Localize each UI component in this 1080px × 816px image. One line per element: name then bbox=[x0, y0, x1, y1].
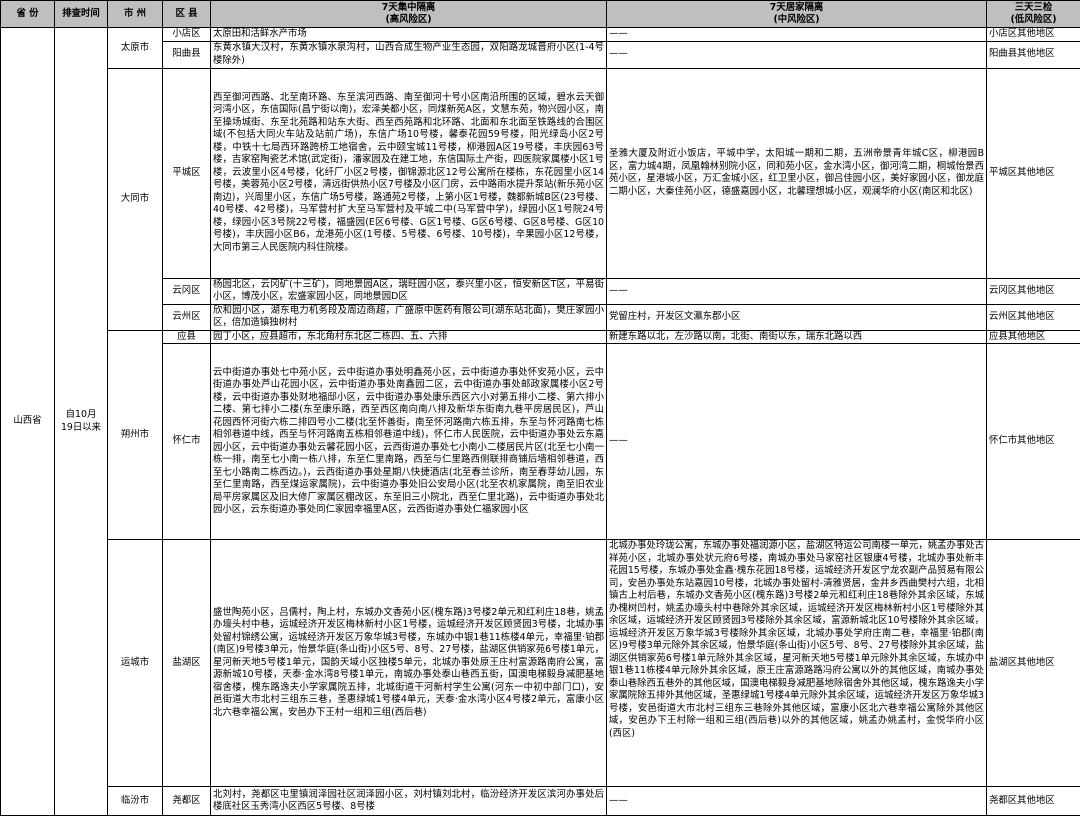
high-risk-cell: 太原田和活鲜水产市场 bbox=[211, 28, 607, 42]
city-cell: 大同市 bbox=[108, 68, 163, 330]
low-risk-cell: 尧都区其他地区 bbox=[987, 787, 1080, 816]
high-risk-cell: 盛世陶苑小区，吕儒村，陶上村，东城办文香苑小区(槐东路)3号楼2单元和红利庄18… bbox=[211, 540, 607, 787]
risk-area-table: 省 份 排查时间 市 州 区 县 7天集中隔离 (高风险区) 7天居家隔离 (中… bbox=[0, 0, 1080, 816]
table-row: 云冈区 杨园北区，云冈矿(十三矿)，同地景园A区，瑞旺园小区，泰兴里小区，恒安新… bbox=[1, 278, 1080, 304]
high-risk-cell: 东黄水镇大汉村，东黄水镇水泉沟村，山西合成生物产业生态园，双阳路龙城晋府小区(1… bbox=[211, 41, 607, 68]
header-mid-risk-line2: (中风险区) bbox=[609, 14, 984, 27]
high-risk-cell: 园丁小区，应县超市，东北角村东北区二栋四、五、六排 bbox=[211, 330, 607, 344]
high-risk-cell: 云中街道办事处七中苑小区，云中街道办事处明鑫苑小区，云中街道办事处怀安苑小区，云… bbox=[211, 344, 607, 540]
high-risk-cell: 杨园北区，云冈矿(十三矿)，同地景园A区，瑞旺园小区，泰兴里小区，恒安新区T区，… bbox=[211, 278, 607, 304]
check-time-line1: 自10月 bbox=[57, 409, 105, 422]
check-time-cell: 自10月 19日以来 bbox=[55, 28, 108, 816]
header-province: 省 份 bbox=[1, 1, 55, 28]
table-row: 大同市 平城区 西至御河西路、北至南环路、东至滨河西路、南至御河十号小区南沿所围… bbox=[1, 68, 1080, 278]
high-risk-cell: 西至御河西路、北至南环路、东至滨河西路、南至御河十号小区南沿所围的区域，碧水云天… bbox=[211, 68, 607, 278]
city-cell: 运城市 bbox=[108, 540, 163, 787]
low-risk-cell: 云冈区其他地区 bbox=[987, 278, 1080, 304]
district-cell: 应县 bbox=[163, 330, 211, 344]
district-cell: 怀仁市 bbox=[163, 344, 211, 540]
header-low-risk-line2: (低风险区) bbox=[989, 14, 1078, 27]
table-row: 运城市 盐湖区 盛世陶苑小区，吕儒村，陶上村，东城办文香苑小区(槐东路)3号楼2… bbox=[1, 540, 1080, 787]
mid-risk-cell: 北城办事处玲珑公寓，东城办事处福润源小区，盐湖区特运公司南楼一单元，姚孟办事处古… bbox=[607, 540, 987, 787]
low-risk-cell: 云州区其他地区 bbox=[987, 304, 1080, 330]
mid-risk-cell: —— bbox=[607, 28, 987, 42]
city-cell: 临汾市 bbox=[108, 787, 163, 816]
district-cell: 云州区 bbox=[163, 304, 211, 330]
header-high-risk-line2: (高风险区) bbox=[213, 14, 604, 27]
header-mid-risk-line1: 7天居家隔离 bbox=[609, 2, 984, 15]
table-row: 朔州市 应县 园丁小区，应县超市，东北角村东北区二栋四、五、六排 新建东路以北，… bbox=[1, 330, 1080, 344]
mid-risk-cell: —— bbox=[607, 41, 987, 68]
header-low-risk: 三天三检 (低风险区) bbox=[987, 1, 1080, 28]
header-low-risk-line1: 三天三检 bbox=[989, 2, 1078, 15]
mid-risk-cell: —— bbox=[607, 344, 987, 540]
high-risk-cell: 欣和园小区，湖东电力机务段及周边商超，广盛原中医药有限公司(湖东站北面)，樊庄家… bbox=[211, 304, 607, 330]
table-row: 云州区 欣和园小区，湖东电力机务段及周边商超，广盛原中医药有限公司(湖东站北面)… bbox=[1, 304, 1080, 330]
mid-risk-cell: 圣雅大厦及附近小饭店，平城中学，太阳城一期和二期，五洲帝景青年城C区，柳港园B区… bbox=[607, 68, 987, 278]
district-cell: 小店区 bbox=[163, 28, 211, 42]
city-cell: 朔州市 bbox=[108, 330, 163, 540]
table-row: 怀仁市 云中街道办事处七中苑小区，云中街道办事处明鑫苑小区，云中街道办事处怀安苑… bbox=[1, 344, 1080, 540]
header-mid-risk: 7天居家隔离 (中风险区) bbox=[607, 1, 987, 28]
province-cell: 山西省 bbox=[1, 28, 55, 816]
district-cell: 盐湖区 bbox=[163, 540, 211, 787]
check-time-line2: 19日以来 bbox=[57, 422, 105, 435]
header-high-risk-line1: 7天集中隔离 bbox=[213, 2, 604, 15]
high-risk-cell: 北刘村，尧都区屯里镇润泽园社区润泽园小区，刘村镇刘北村，临汾经济开发区滨河办事处… bbox=[211, 787, 607, 816]
table-row: 临汾市 尧都区 北刘村，尧都区屯里镇润泽园社区润泽园小区，刘村镇刘北村，临汾经济… bbox=[1, 787, 1080, 816]
mid-risk-cell: —— bbox=[607, 278, 987, 304]
district-cell: 云冈区 bbox=[163, 278, 211, 304]
mid-risk-cell: —— bbox=[607, 787, 987, 816]
mid-risk-cell: 党留庄村，开发区文瀛东郡小区 bbox=[607, 304, 987, 330]
city-cell: 太原市 bbox=[108, 28, 163, 69]
header-check-time: 排查时间 bbox=[55, 1, 108, 28]
low-risk-cell: 平城区其他地区 bbox=[987, 68, 1080, 278]
district-cell: 尧都区 bbox=[163, 787, 211, 816]
district-cell: 阳曲县 bbox=[163, 41, 211, 68]
table-row: 阳曲县 东黄水镇大汉村，东黄水镇水泉沟村，山西合成生物产业生态园，双阳路龙城晋府… bbox=[1, 41, 1080, 68]
header-row: 省 份 排查时间 市 州 区 县 7天集中隔离 (高风险区) 7天居家隔离 (中… bbox=[1, 1, 1080, 28]
low-risk-cell: 盐湖区其他地区 bbox=[987, 540, 1080, 787]
header-city: 市 州 bbox=[108, 1, 163, 28]
low-risk-cell: 阳曲县其他地区 bbox=[987, 41, 1080, 68]
table-row: 山西省 自10月 19日以来 太原市 小店区 太原田和活鲜水产市场 —— 小店区… bbox=[1, 28, 1080, 42]
header-district: 区 县 bbox=[163, 1, 211, 28]
mid-risk-cell: 新建东路以北，左沙路以南，北街、南街以东，瑞东北路以西 bbox=[607, 330, 987, 344]
low-risk-cell: 小店区其他地区 bbox=[987, 28, 1080, 42]
low-risk-cell: 怀仁市其他地区 bbox=[987, 344, 1080, 540]
district-cell: 平城区 bbox=[163, 68, 211, 278]
low-risk-cell: 应县其他地区 bbox=[987, 330, 1080, 344]
header-high-risk: 7天集中隔离 (高风险区) bbox=[211, 1, 607, 28]
